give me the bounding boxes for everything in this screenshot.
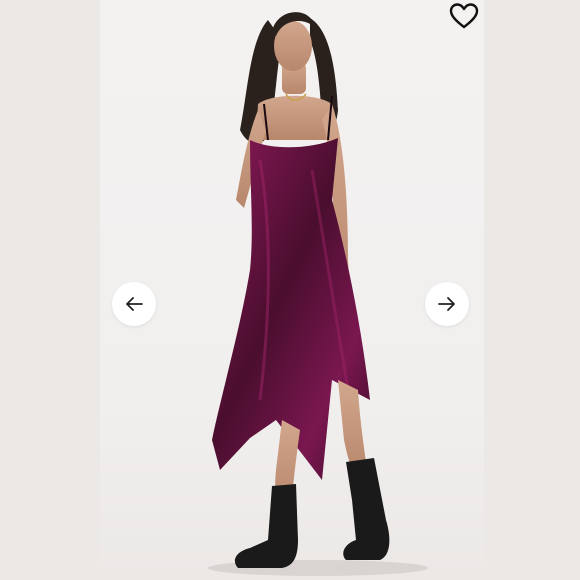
arrow-right-icon xyxy=(438,297,455,311)
image-viewer xyxy=(0,0,580,580)
model-illustration xyxy=(208,12,428,576)
arrow-left-icon xyxy=(126,297,143,311)
product-photo xyxy=(100,0,484,580)
left-margin xyxy=(0,0,100,580)
previous-image-button[interactable] xyxy=(112,282,156,326)
right-margin xyxy=(484,0,580,580)
left-boot xyxy=(234,484,298,568)
next-image-button[interactable] xyxy=(425,282,469,326)
like-button[interactable] xyxy=(448,2,480,30)
right-boot xyxy=(343,458,390,560)
heart-outline-icon xyxy=(449,3,479,29)
